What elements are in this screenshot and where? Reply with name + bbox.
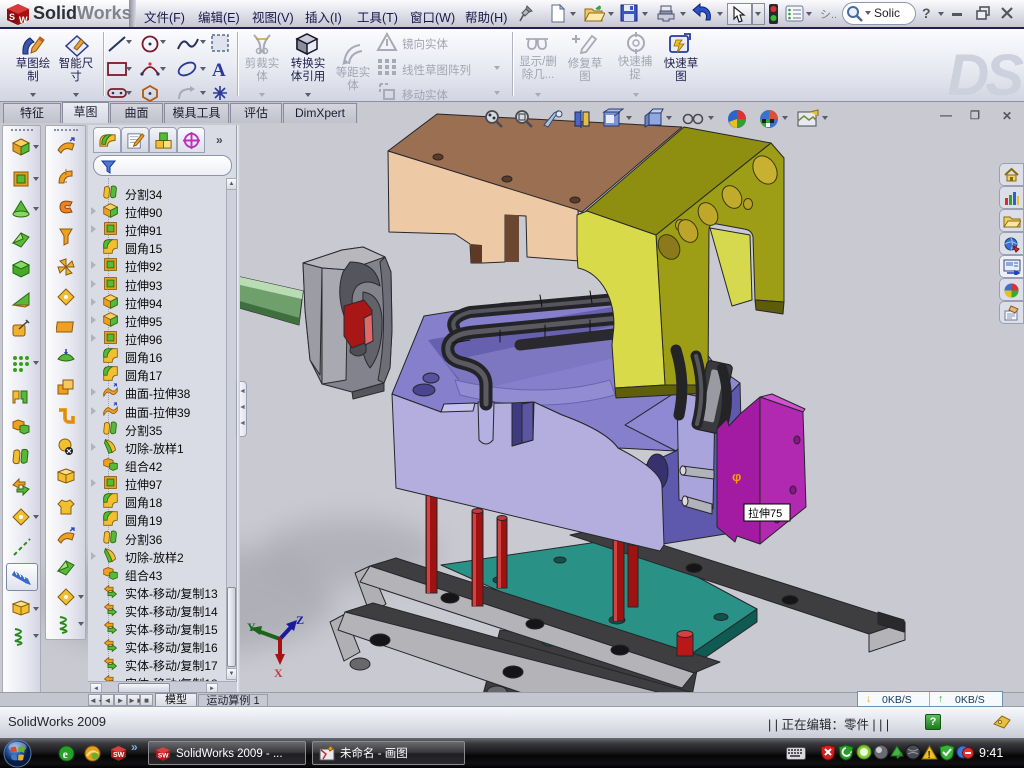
svg-text:Y: Y xyxy=(247,620,256,634)
svg-text:Z: Z xyxy=(296,613,304,627)
svg-text:!: ! xyxy=(928,750,931,760)
svg-text:SW: SW xyxy=(113,752,125,759)
svg-text:e: e xyxy=(63,747,69,761)
svg-text:W: W xyxy=(19,15,28,25)
svg-text:SW: SW xyxy=(158,752,169,759)
svg-text:X: X xyxy=(274,666,283,680)
svg-text:A: A xyxy=(212,60,226,80)
svg-text:S: S xyxy=(9,12,15,22)
svg-text:φ: φ xyxy=(732,469,741,484)
svg-text:拉伸75: 拉伸75 xyxy=(748,506,782,520)
